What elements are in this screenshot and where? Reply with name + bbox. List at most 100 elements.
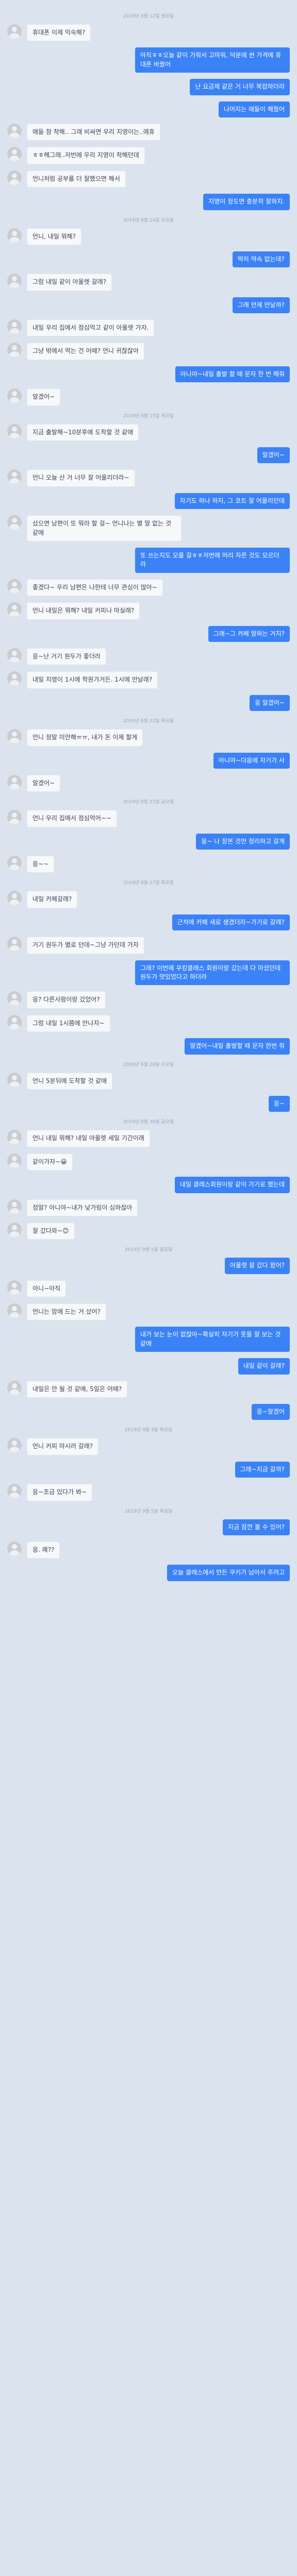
message-bubble[interactable]: 휴대폰 이제 익숙해? bbox=[27, 24, 91, 42]
message-bubble[interactable]: 알겠어~ bbox=[27, 388, 61, 406]
message-bubble[interactable]: 내일은 안 될 것 같애, 5일은 어때? bbox=[27, 1380, 128, 1398]
avatar-icon[interactable] bbox=[7, 388, 22, 403]
message-bubble[interactable]: 아니야~내일 출발 할 때 문자 한 번 해줘 bbox=[175, 366, 290, 383]
avatar-icon[interactable] bbox=[7, 602, 22, 617]
message-bubble[interactable]: 알겠어~내일 출발할 때 문자 한번 줘 bbox=[185, 1038, 290, 1055]
avatar-icon[interactable] bbox=[7, 810, 22, 825]
sent-message: 그래 언제 만날까? bbox=[7, 297, 290, 314]
avatar-icon[interactable] bbox=[7, 274, 22, 289]
message-bubble[interactable]: 내일 지영이 1시에 학원가거든. 1시에 만날래? bbox=[27, 671, 158, 689]
message-bubble[interactable]: 또 쓰는지도 모를 걸ㅎㅎ저번에 머리 자른 것도 모르더라 bbox=[135, 547, 290, 573]
message-bubble[interactable]: 거기 원두가 별로 던데~그냥 가던데 가자 bbox=[27, 937, 144, 954]
message-bubble[interactable]: 그럼 내일 1시쯤에 만나자~ bbox=[27, 1014, 110, 1032]
message-bubble[interactable]: 애들 참 착해.. 그래 비싸면 우리 지영이는..에휴 bbox=[27, 123, 160, 141]
message-bubble[interactable]: 지금 잠깐 볼 수 있어? bbox=[223, 1519, 290, 1535]
message-bubble[interactable]: 같이가자~😀 bbox=[27, 1153, 73, 1171]
avatar-icon[interactable] bbox=[7, 774, 22, 789]
message-bubble[interactable]: 응 알겠어~ bbox=[249, 694, 290, 711]
avatar-icon[interactable] bbox=[7, 579, 22, 594]
message-bubble[interactable]: 내일 클래스회원이랑 같이 가기로 했는데 bbox=[175, 1177, 290, 1193]
avatar-icon[interactable] bbox=[7, 24, 22, 39]
message-bubble[interactable]: 그래? 이번에 쿠킹클래스 회원이랑 갔는데 다 마셨던데 원두가 맛있었다고 … bbox=[135, 960, 290, 986]
received-message: 아니~아직 bbox=[7, 1280, 290, 1298]
message-bubble[interactable]: 좋겠다~ 우리 남편은 나한테 너무 관심이 많아~ bbox=[27, 579, 163, 597]
message-bubble[interactable]: 알겠어~ bbox=[27, 774, 61, 792]
message-bubble[interactable]: 언니 우리 집에서 점심먹어~~ bbox=[27, 810, 117, 827]
message-bubble[interactable]: 응~알겠어 bbox=[251, 1404, 290, 1420]
message-bubble[interactable]: 응~ 나 장본 것만 정리하고 갈게 bbox=[196, 833, 290, 850]
avatar-icon[interactable] bbox=[7, 1014, 22, 1029]
avatar-icon[interactable] bbox=[7, 1222, 22, 1237]
received-message: 응? 다른사람이랑 갔었어? bbox=[7, 991, 290, 1009]
avatar-icon[interactable] bbox=[7, 1130, 22, 1145]
received-message: 내일 카페갈래? bbox=[7, 891, 290, 908]
avatar-icon[interactable] bbox=[7, 1072, 22, 1087]
message-bubble[interactable]: 근처에 카페 새로 생겼더라~가기로 갈래? bbox=[172, 914, 290, 931]
message-bubble[interactable]: 언니 오늘 산 거 너무 잘 어울리더라~ bbox=[27, 469, 135, 487]
avatar-icon[interactable] bbox=[7, 147, 22, 162]
avatar-icon[interactable] bbox=[7, 937, 22, 952]
message-bubble[interactable]: 그럼 내일 같이 아울렛 갈래? bbox=[27, 274, 112, 291]
message-bubble[interactable]: 언니 커피 마시러 갈래? bbox=[27, 1438, 99, 1455]
message-bubble[interactable]: 언니 5분뒤에 도착할 것 같애 bbox=[27, 1072, 113, 1090]
message-bubble[interactable]: 자기도 하나 하지, 그 코트 잘 어울리던데 bbox=[174, 493, 290, 510]
message-bubble[interactable]: 내가 보는 눈이 없잖아~확실히 자기가 옷을 잘 보는 것 같애 bbox=[135, 1327, 290, 1352]
avatar-icon[interactable] bbox=[7, 671, 22, 686]
message-bubble[interactable]: 아니~아직 bbox=[27, 1280, 67, 1298]
message-bubble[interactable]: 정말? 아니야~내가 낮가림이 심하잖아 bbox=[27, 1199, 138, 1216]
avatar-icon[interactable] bbox=[7, 891, 22, 906]
avatar-icon[interactable] bbox=[7, 648, 22, 663]
avatar-icon[interactable] bbox=[7, 1438, 22, 1453]
message-bubble[interactable]: ㅎㅎ헤그래..저번에 우리 지영이 착해던데 bbox=[27, 147, 145, 164]
avatar-icon[interactable] bbox=[7, 1484, 22, 1499]
message-bubble[interactable]: 응~조금 있다가 봐~ bbox=[27, 1484, 93, 1501]
avatar-icon[interactable] bbox=[7, 1280, 22, 1295]
avatar-icon[interactable] bbox=[7, 856, 22, 871]
avatar-icon[interactable] bbox=[7, 469, 22, 484]
message-bubble[interactable]: 나머지는 애들이 해줬어 bbox=[218, 101, 290, 117]
message-bubble[interactable]: 응~ bbox=[268, 1095, 290, 1112]
message-bubble[interactable]: 언니 정말 미안해ㅠㅠ, 내가 돈 이제 할게 bbox=[27, 729, 143, 747]
message-bubble[interactable]: 내일 같이 갈래? bbox=[238, 1358, 290, 1375]
message-bubble[interactable]: 언니처럼 공부를 더 잘했으면 해서 bbox=[27, 170, 126, 188]
message-bubble[interactable]: 지금 출발해~10분후에 도착할 것 같애 bbox=[27, 423, 139, 442]
avatar-icon[interactable] bbox=[7, 423, 22, 438]
avatar-icon[interactable] bbox=[7, 729, 22, 744]
avatar-icon[interactable] bbox=[7, 170, 22, 185]
message-bubble[interactable]: 오늘 클래스에서 만든 쿠키가 남아서 주려고 bbox=[167, 1565, 290, 1581]
message-bubble[interactable]: 그래 언제 만날까? bbox=[232, 297, 290, 314]
message-bubble[interactable]: 언니 내일은 뭐해? 내일 커피나 마실래? bbox=[27, 602, 140, 620]
message-bubble[interactable]: 언니 내일 뭐해? 내일 아울렛 세일 기간이래 bbox=[27, 1130, 150, 1147]
avatar-icon[interactable] bbox=[7, 319, 22, 334]
avatar-icon[interactable] bbox=[7, 1199, 22, 1214]
message-bubble[interactable]: 내일 우리 집에서 점심먹고 같이 아울렛 가자. bbox=[27, 319, 155, 337]
message-bubble[interactable]: 아울렛 잘 갔다 왔어? bbox=[224, 1258, 290, 1274]
message-bubble[interactable]: 응~난 거기 원두가 좋더라 bbox=[27, 648, 106, 666]
message-bubble[interactable]: 아니야~다음에 자기가 사 bbox=[213, 752, 290, 769]
avatar-icon[interactable] bbox=[7, 515, 22, 530]
avatar-icon[interactable] bbox=[7, 1541, 22, 1556]
avatar-icon[interactable] bbox=[7, 1380, 22, 1395]
message-bubble[interactable]: 응. 왜?? bbox=[27, 1541, 60, 1559]
message-bubble[interactable]: 지영이 정도면 충분히 잘하지. bbox=[203, 194, 290, 210]
message-bubble[interactable]: 언니, 내일 뭐해? bbox=[27, 228, 82, 245]
message-bubble[interactable]: 알겠어~ bbox=[257, 447, 290, 464]
message-bubble[interactable]: 응? 다른사람이랑 갔었어? bbox=[27, 991, 106, 1009]
message-bubble[interactable]: 샀으면 남편이 또 뭐라 할 걸~ 언니나는 별 말 없는 것 같애 bbox=[27, 515, 182, 541]
message-bubble[interactable]: 내일 카페갈래? bbox=[27, 891, 78, 908]
avatar-icon[interactable] bbox=[7, 228, 22, 243]
message-bubble[interactable]: 잘 갔다와~😊 bbox=[27, 1222, 75, 1240]
message-bubble[interactable]: 그래~지금 갈까? bbox=[235, 1461, 290, 1478]
message-bubble[interactable]: 아직ㅎㅎ오늘 같이 가줘서 고마워, 덕분에 싼 가격에 휴대폰 바꿨어 bbox=[135, 47, 290, 73]
message-bubble[interactable]: 그래~그 카페 말하는 거지? bbox=[208, 625, 290, 642]
avatar-icon[interactable] bbox=[7, 1153, 22, 1168]
message-bubble[interactable]: 그냥 밖에서 먹는 건 어때? 언니 귀찮잖아 bbox=[27, 343, 144, 360]
message-bubble[interactable]: 난 요금제 같은 거 너무 복잡하더라 bbox=[190, 79, 290, 95]
message-bubble[interactable]: 언니는 맘에 드는 거 샀어? bbox=[27, 1303, 107, 1321]
avatar-icon[interactable] bbox=[7, 1303, 22, 1318]
message-bubble[interactable]: 응~~ bbox=[27, 856, 55, 873]
message-bubble[interactable]: 딱히 약속 없는데? bbox=[232, 251, 290, 268]
avatar-icon[interactable] bbox=[7, 123, 22, 138]
avatar-icon[interactable] bbox=[7, 343, 22, 358]
avatar-icon[interactable] bbox=[7, 991, 22, 1006]
